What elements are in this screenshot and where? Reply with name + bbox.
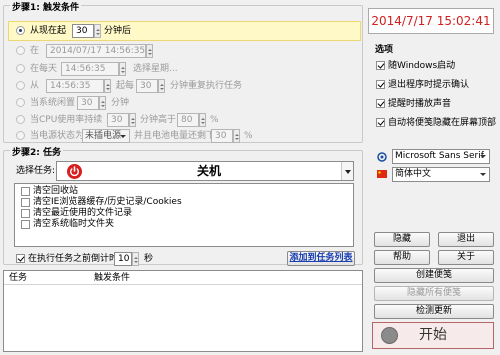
option-exit-confirm-label: 退出程序时提示确认 [388, 80, 470, 90]
chevron-down-icon [118, 131, 128, 141]
option-sound-checkbox[interactable] [376, 99, 385, 108]
cpu-higher-label: 分钟高于 [140, 115, 177, 125]
chevron-down-icon [478, 169, 488, 179]
battery-percent-input[interactable]: 30 [211, 129, 233, 143]
option-autohide-checkbox[interactable] [376, 118, 385, 127]
repeat-start-input[interactable]: 14:56:35 [46, 79, 104, 93]
battery-percent-label: % [244, 131, 253, 141]
daily-label: 在每天 [30, 64, 58, 74]
cpu-label: 当CPU使用率持续 [30, 115, 103, 125]
minutes-spinner[interactable] [94, 24, 101, 38]
current-time-display: 2014/7/17 15:02:41 [368, 8, 494, 34]
datetime-spinner[interactable] [146, 44, 153, 58]
cpu-percent-spinner[interactable] [199, 113, 206, 127]
column-trigger[interactable]: 触发条件 [94, 272, 130, 284]
power-state-select[interactable]: 未插电源 [82, 129, 130, 143]
repeat-interval-input[interactable]: 30 [136, 79, 158, 93]
countdown-checkbox[interactable] [16, 254, 25, 263]
idle-suffix-label: 分钟 [111, 98, 130, 108]
task-select-value: 关机 [197, 164, 222, 178]
step1-legend: 步骤1: 触发条件 [10, 0, 81, 13]
help-button[interactable]: 帮助 [374, 250, 430, 265]
radio-at-time[interactable] [16, 46, 25, 55]
from-now-label: 从现在起 [30, 26, 67, 36]
idle-minutes-spinner[interactable] [99, 96, 106, 110]
from-label: 从 [30, 81, 40, 91]
language-select[interactable]: 简体中文 [392, 167, 490, 182]
check-update-button[interactable]: 检测更新 [374, 304, 494, 319]
option-startup-label: 随Windows启动 [388, 61, 456, 71]
cpu-minutes-spinner[interactable] [129, 113, 136, 127]
start-label: 开始 [419, 327, 447, 343]
create-note-button[interactable]: 创建便笺 [374, 268, 494, 283]
countdown-spinner[interactable] [132, 252, 139, 266]
language-select-value: 简体中文 [395, 169, 432, 179]
radio-idle[interactable] [16, 98, 25, 107]
clear-temp-folder-label: 清空系统临时文件夹 [33, 219, 115, 229]
option-sound-label: 提醒时播放声音 [388, 99, 452, 109]
radio-daily[interactable] [16, 64, 25, 73]
cpu-minutes-input[interactable]: 30 [107, 113, 129, 127]
font-icon [377, 152, 387, 162]
power-label: 当电源状态为 [30, 131, 85, 141]
cleanup-options-list: 清空回收站 清空IE浏览器缓存/历史记录/Cookies 清空最近使用的文件记录… [14, 183, 354, 247]
clear-ie-cache-checkbox[interactable] [21, 198, 30, 207]
clear-recycle-bin-checkbox[interactable] [21, 187, 30, 196]
start-button[interactable]: 开始 [372, 322, 494, 349]
daily-time-input[interactable]: 14:56:35 [61, 62, 119, 76]
radio-power[interactable] [16, 131, 25, 140]
option-autohide-label: 自动将便笺隐藏在屏幕顶部 [388, 118, 497, 128]
task-label: 选择任务: [16, 166, 56, 176]
radio-from-now[interactable] [16, 26, 25, 35]
option-exit-confirm-checkbox[interactable] [376, 80, 385, 89]
start-icon [381, 327, 398, 344]
repeat-interval-spinner[interactable] [158, 79, 165, 93]
trigger-conditions-group: 步骤1: 触发条件 从现在起 30 分钟后 在 2014/07/17 14:56… [3, 0, 363, 143]
exit-button[interactable]: 退出 [438, 232, 494, 247]
at-label: 在 [30, 46, 40, 56]
radio-cpu[interactable] [16, 115, 25, 124]
about-button[interactable]: 关于 [438, 250, 494, 265]
idle-minutes-input[interactable]: 30 [77, 96, 99, 110]
add-to-task-list-label: 添加到任务列表 [289, 253, 353, 263]
task-select[interactable]: 关机 [56, 161, 354, 181]
clear-recent-files-checkbox[interactable] [21, 209, 30, 218]
china-flag-icon [377, 170, 387, 180]
choose-weekday-link[interactable]: 选择星期... [133, 63, 178, 75]
column-task[interactable]: 任务 [9, 272, 27, 284]
battery-percent-spinner[interactable] [233, 129, 240, 143]
clear-temp-folder-checkbox[interactable] [21, 220, 30, 229]
task-list-table[interactable]: 任务 触发条件 [3, 270, 363, 352]
radio-from-repeat[interactable] [16, 81, 25, 90]
cpu-percent-label: % [210, 115, 219, 125]
task-group: 步骤2: 任务 选择任务: 关机 清空回收站 清空IE浏览器缓存/历史记录/Co… [3, 145, 363, 266]
hide-all-notes-button[interactable]: 隐藏所有便笺 [374, 286, 494, 301]
step2-legend: 步骤2: 任务 [10, 145, 63, 158]
power-state-value: 未插电源 [85, 131, 122, 141]
idle-label: 当系统闲置 [30, 98, 76, 108]
hide-button[interactable]: 隐藏 [374, 232, 430, 247]
repeat-start-spinner[interactable] [104, 79, 111, 93]
battery-label: 并且电池电量还剩下 [134, 131, 216, 141]
datetime-input[interactable]: 2014/07/17 14:56:35 [46, 44, 146, 58]
font-select[interactable]: Microsoft Sans Serif [392, 149, 490, 164]
option-startup-checkbox[interactable] [376, 61, 385, 70]
minutes-after-label: 分钟后 [104, 26, 132, 36]
repeat-suffix-label: 分钟重复执行任务 [170, 81, 243, 91]
task-list-header: 任务 触发条件 [4, 271, 362, 285]
power-icon [67, 164, 82, 179]
cpu-percent-input[interactable]: 80 [177, 113, 199, 127]
chevron-down-icon[interactable] [341, 162, 353, 180]
daily-time-spinner[interactable] [119, 62, 126, 76]
minutes-input[interactable]: 30 [72, 24, 94, 38]
font-select-value: Microsoft Sans Serif [395, 151, 484, 161]
countdown-input[interactable]: 10 [114, 252, 132, 266]
options-title: 选项 [375, 45, 394, 55]
countdown-label: 在执行任务之前倒计时 [28, 254, 119, 264]
countdown-unit-label: 秒 [144, 254, 154, 264]
every-label: 起每 [116, 81, 135, 91]
add-to-task-list-button[interactable]: 添加到任务列表 [287, 251, 355, 266]
chevron-down-icon [478, 151, 488, 161]
